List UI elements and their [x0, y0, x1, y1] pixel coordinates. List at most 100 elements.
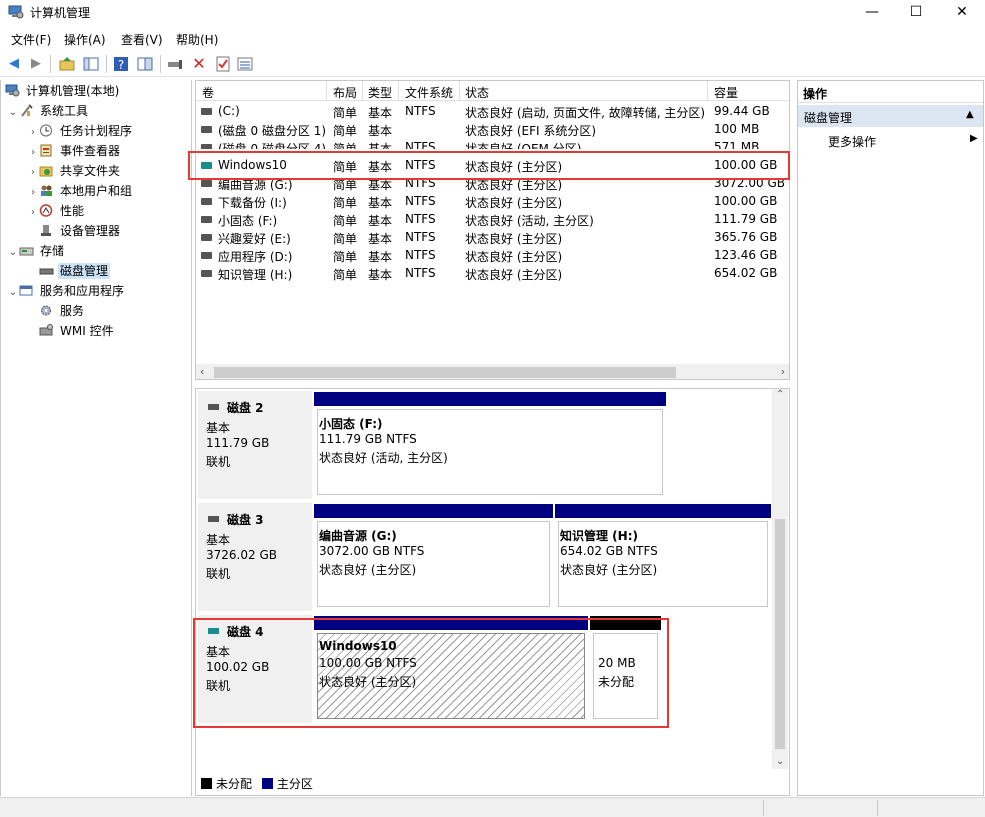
- storage-icon: [19, 247, 34, 256]
- table-row-selected[interactable]: Windows10 简单 基本 NTFS 状态良好 (主分区) 100.00 G…: [196, 157, 789, 175]
- scroll-left-icon[interactable]: ‹: [200, 365, 204, 378]
- actions-section-label: 磁盘管理: [804, 111, 853, 125]
- column-divider[interactable]: [326, 81, 327, 101]
- tree-item-disk-management[interactable]: 磁盘管理: [39, 261, 111, 281]
- menu-file[interactable]: 文件(F): [11, 31, 51, 48]
- disk-4-label[interactable]: 磁盘 4 基本 100.02 GB 联机: [198, 615, 312, 723]
- horizontal-scrollbar[interactable]: ‹ ›: [196, 364, 789, 379]
- disk-volume-icon: [201, 234, 212, 241]
- chevron-down-icon[interactable]: ⌄: [7, 103, 19, 123]
- chevron-right-icon[interactable]: ›: [27, 183, 39, 203]
- scroll-right-icon[interactable]: ›: [781, 365, 785, 378]
- table-row[interactable]: 编曲音源 (G:) 简单 基本 NTFS 状态良好 (主分区) 3072.00 …: [196, 175, 789, 193]
- partition-windows10[interactable]: Windows10 100.00 GB NTFS 状态良好 (主分区): [314, 616, 588, 722]
- menu-help[interactable]: 帮助(H): [176, 31, 218, 48]
- tree-item-local-users[interactable]: › 本地用户和组: [27, 181, 134, 201]
- delete-icon[interactable]: ✕: [190, 55, 208, 73]
- help-icon[interactable]: ?: [112, 55, 130, 73]
- tree-item-shared-folders[interactable]: › 共享文件夹: [27, 161, 122, 181]
- maximize-button[interactable]: ☐: [893, 0, 939, 26]
- tree-item-storage[interactable]: ⌄ 存储: [7, 241, 66, 261]
- chevron-right-icon[interactable]: ›: [27, 203, 39, 223]
- show-hide-tree-icon[interactable]: [82, 55, 100, 73]
- partition-g[interactable]: 编曲音源 (G:) 3072.00 GB NTFS 状态良好 (主分区): [314, 504, 553, 610]
- partition-f[interactable]: 小固态 (F:) 111.79 GB NTFS 状态良好 (活动, 主分区): [314, 392, 666, 498]
- disk-2-name: 磁盘 2: [227, 401, 264, 415]
- table-row[interactable]: 知识管理 (H:) 简单 基本 NTFS 状态良好 (主分区) 654.02 G…: [196, 265, 789, 283]
- tree-item-root[interactable]: 计算机管理(本地): [5, 81, 121, 101]
- device-manager-icon: [41, 225, 51, 236]
- column-header-layout[interactable]: 布局: [333, 84, 357, 101]
- tree-item-label: 计算机管理(本地): [26, 84, 120, 98]
- scrollbar-thumb[interactable]: [214, 367, 676, 378]
- column-header-type[interactable]: 类型: [368, 84, 392, 101]
- actions-section-disk-management[interactable]: 磁盘管理 ▲: [798, 105, 983, 127]
- more-actions-item[interactable]: 更多操作: [828, 133, 876, 150]
- scroll-up-icon[interactable]: ⌃: [776, 389, 784, 400]
- disk-name: 磁盘 2: [208, 399, 264, 416]
- table-row[interactable]: 兴趣爱好 (E:) 简单 基本 NTFS 状态良好 (主分区) 365.76 G…: [196, 229, 789, 247]
- cell-status: 状态良好 (主分区): [465, 250, 563, 264]
- column-divider[interactable]: [707, 81, 708, 101]
- scroll-down-icon[interactable]: ⌄: [776, 756, 784, 767]
- partition-h[interactable]: 知识管理 (H:) 654.02 GB NTFS 状态良好 (主分区): [555, 504, 771, 610]
- cell-filesystem: NTFS: [405, 266, 436, 280]
- partition-unallocated[interactable]: 20 MB 未分配: [590, 616, 661, 722]
- table-row[interactable]: 小固态 (F:) 简单 基本 NTFS 状态良好 (活动, 主分区) 111.7…: [196, 211, 789, 229]
- tree-item-device-manager[interactable]: 设备管理器: [39, 221, 122, 241]
- menu-action[interactable]: 操作(A): [64, 31, 106, 48]
- table-row[interactable]: 下载备份 (I:) 简单 基本 NTFS 状态良好 (主分区) 100.00 G…: [196, 193, 789, 211]
- table-row[interactable]: 应用程序 (D:) 简单 基本 NTFS 状态良好 (主分区) 123.46 G…: [196, 247, 789, 265]
- disk-2-label[interactable]: 磁盘 2 基本 111.79 GB 联机: [198, 391, 312, 499]
- close-button[interactable]: ✕: [939, 0, 985, 26]
- tree-item-label: 性能: [60, 204, 85, 218]
- connect-icon[interactable]: [166, 55, 184, 73]
- up-folder-icon[interactable]: [58, 55, 76, 73]
- minimize-button[interactable]: —: [849, 0, 895, 26]
- properties-panel-icon[interactable]: [136, 55, 154, 73]
- disk-volume-icon: [201, 144, 212, 149]
- title-bar: 计算机管理 — ☐ ✕: [0, 0, 985, 26]
- tree-item-system-tools[interactable]: ⌄ 系统工具: [7, 101, 90, 121]
- partition-status: 状态良好 (主分区): [319, 563, 417, 577]
- tree-item-performance[interactable]: › 性能: [27, 201, 86, 221]
- column-divider[interactable]: [459, 81, 460, 101]
- list-view-icon[interactable]: [236, 55, 254, 73]
- table-row[interactable]: (磁盘 0 磁盘分区 4) 简单 基本 NTFS 状态良好 (OEM 分区) 5…: [196, 139, 789, 149]
- tree-item-services-apps[interactable]: ⌄ 服务和应用程序: [7, 281, 126, 301]
- column-header-status[interactable]: 状态: [465, 84, 489, 101]
- column-divider[interactable]: [362, 81, 363, 101]
- tree-item-task-scheduler[interactable]: › 任务计划程序: [27, 121, 134, 141]
- tree-item-wmi[interactable]: WMI 控件: [39, 321, 116, 341]
- scrollbar-thumb[interactable]: [775, 519, 785, 749]
- chevron-down-icon[interactable]: ⌄: [7, 243, 19, 263]
- column-header-capacity[interactable]: 容量: [714, 84, 738, 101]
- chevron-right-icon[interactable]: ›: [27, 123, 39, 143]
- primary-partition-bar: [314, 392, 666, 406]
- tree-item-services[interactable]: 服务: [39, 301, 86, 321]
- submenu-arrow-icon[interactable]: ▶: [970, 133, 978, 144]
- column-header-volume[interactable]: 卷: [202, 84, 214, 101]
- menu-view[interactable]: 查看(V): [121, 31, 163, 48]
- column-divider[interactable]: [398, 81, 399, 101]
- check-properties-icon[interactable]: [214, 55, 232, 73]
- tree-item-label: 系统工具: [40, 104, 89, 118]
- cell-capacity: 654.02 GB: [714, 266, 778, 280]
- cell-layout: 简单: [333, 106, 358, 120]
- cell-status: 状态良好 (活动, 主分区): [465, 214, 594, 228]
- forward-arrow-icon[interactable]: ▶: [27, 55, 45, 73]
- chevron-right-icon[interactable]: ›: [27, 143, 39, 163]
- collapse-up-icon[interactable]: ▲: [966, 109, 974, 120]
- column-header-filesystem[interactable]: 文件系统: [405, 84, 453, 101]
- tree-item-event-viewer[interactable]: › 事件查看器: [27, 141, 122, 161]
- table-row[interactable]: (磁盘 0 磁盘分区 1) 简单 基本 状态良好 (EFI 系统分区) 100 …: [196, 121, 789, 139]
- chevron-down-icon[interactable]: ⌄: [7, 283, 19, 303]
- table-row[interactable]: (C:) 简单 基本 NTFS 状态良好 (启动, 页面文件, 故障转储, 主分…: [196, 103, 789, 121]
- tree-item-label: 任务计划程序: [60, 124, 133, 138]
- disk-state: 联机: [206, 679, 231, 693]
- back-arrow-icon[interactable]: ◀: [5, 55, 23, 73]
- vertical-scrollbar[interactable]: ⌃ ⌄: [772, 389, 788, 769]
- disk-3-label[interactable]: 磁盘 3 基本 3726.02 GB 联机: [198, 503, 312, 611]
- cell-volume: 编曲音源 (G:): [218, 178, 293, 192]
- chevron-right-icon[interactable]: ›: [27, 163, 39, 183]
